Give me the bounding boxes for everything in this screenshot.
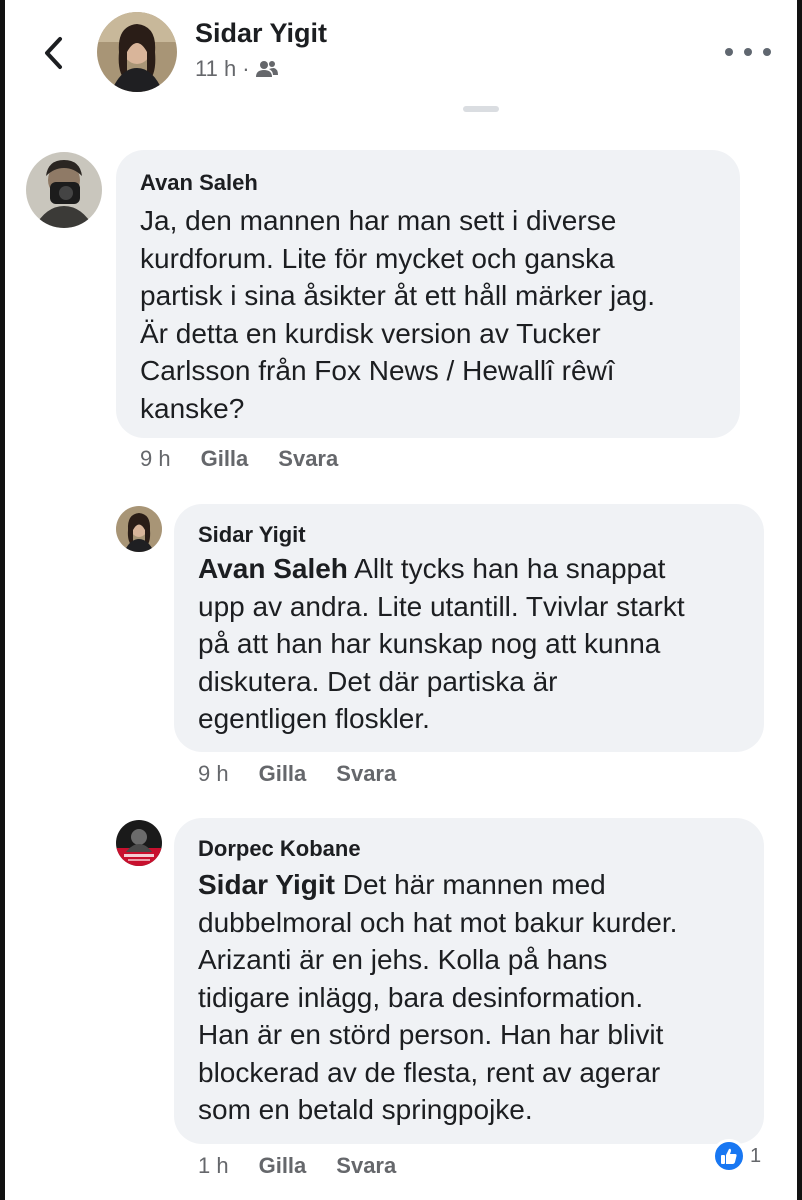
comment-text: Avan Saleh Allt tycks han ha snappat upp… xyxy=(198,550,685,738)
comment-line: partisk i sina åsikter åt ett håll märke… xyxy=(140,280,656,311)
comment-line: Avan Saleh Allt tycks han ha snappat xyxy=(198,550,685,588)
drag-handle xyxy=(463,106,499,112)
comment-text: Sidar Yigit Det här mannen med dubbelmor… xyxy=(198,866,677,1129)
like-icon xyxy=(712,1139,746,1173)
screen-edge-right xyxy=(797,0,802,1200)
avatar[interactable] xyxy=(116,506,162,552)
more-dot xyxy=(763,48,771,56)
like-button[interactable]: Gilla xyxy=(201,446,249,472)
comment-line: Är detta en kurdisk version av Tucker xyxy=(140,317,601,349)
post-author-name[interactable]: Sidar Yigit xyxy=(195,18,327,49)
post-header: Sidar Yigit 11 h · xyxy=(5,0,797,112)
comment-author[interactable]: Dorpec Kobane xyxy=(198,836,361,862)
post-time[interactable]: 11 h xyxy=(195,56,236,82)
comment-line: på att han har kunskap nog att kunna xyxy=(198,628,661,659)
like-button[interactable]: Gilla xyxy=(259,1153,307,1179)
comment-author[interactable]: Sidar Yigit xyxy=(198,522,306,548)
comment-bubble: Avan Saleh Ja, den mannen har man sett i… xyxy=(116,150,740,438)
comment-line: diskutera. Det där partiska är xyxy=(198,665,558,697)
comment-line: tidigare inlägg, bara desinformation. xyxy=(198,981,644,1013)
comment-line: blockerad av de flesta, rent av agerar xyxy=(198,1056,661,1088)
more-dot xyxy=(744,48,752,56)
comment-bubble: Dorpec Kobane Sidar Yigit Det här mannen… xyxy=(174,818,764,1144)
comment-line: upp av andra. Lite utantill. Tvivlar sta… xyxy=(198,590,685,622)
comment-actions: 9 h Gilla Svara xyxy=(140,446,338,472)
comment-line: dubbelmoral och hat mot bakur kurder. xyxy=(198,906,678,938)
reply-button[interactable]: Svara xyxy=(278,446,338,472)
avatar[interactable] xyxy=(26,152,102,228)
comment-actions: 1 h Gilla Svara xyxy=(198,1153,396,1179)
comment-text: Ja, den mannen har man sett i diverse ku… xyxy=(140,202,655,427)
like-button[interactable]: Gilla xyxy=(259,761,307,787)
back-button[interactable] xyxy=(33,30,73,76)
reaction-summary[interactable]: 1 xyxy=(712,1139,761,1173)
comment-time[interactable]: 1 h xyxy=(198,1153,229,1179)
comment-line: Han är en störd person. Han har blivit xyxy=(198,1019,664,1050)
comment-bubble: Sidar Yigit Avan Saleh Allt tycks han ha… xyxy=(174,504,764,752)
comment-line: kanske? xyxy=(140,392,245,424)
mention-link[interactable]: Avan Saleh xyxy=(198,553,348,584)
comment-line-rest: Det här mannen med xyxy=(334,869,606,900)
comment-line: Carlsson från Fox News / Hewallî rêwî xyxy=(140,355,615,386)
post-meta: 11 h · xyxy=(195,56,278,82)
comment-author[interactable]: Avan Saleh xyxy=(140,170,258,196)
mention-link[interactable]: Sidar Yigit xyxy=(198,869,335,900)
comment-line: Arizanti är en jehs. Kolla på hans xyxy=(198,944,608,975)
screen-edge-left xyxy=(0,0,5,1200)
reply-button[interactable]: Svara xyxy=(336,761,396,787)
comment-line-rest: Allt tycks han ha snappat xyxy=(347,553,666,584)
avatar[interactable] xyxy=(116,820,162,866)
separator-dot: · xyxy=(242,56,250,81)
comment-line: som en betald springpojke. xyxy=(198,1094,533,1125)
comment-time[interactable]: 9 h xyxy=(198,761,229,787)
comment-actions: 9 h Gilla Svara xyxy=(198,761,396,787)
comment-line: kurdforum. Lite för mycket och ganska xyxy=(140,242,615,274)
comment-line: egentligen floskler. xyxy=(198,703,430,734)
chevron-left-icon xyxy=(45,37,62,69)
comment-line: Ja, den mannen har man sett i diverse xyxy=(140,205,617,236)
more-horizontal-icon xyxy=(725,48,733,56)
reply-button[interactable]: Svara xyxy=(336,1153,396,1179)
reaction-count: 1 xyxy=(750,1144,762,1167)
comment-time[interactable]: 9 h xyxy=(140,446,171,472)
more-options-button[interactable] xyxy=(725,40,771,64)
comment-line: Sidar Yigit Det här mannen med xyxy=(198,866,677,904)
friends-icon xyxy=(255,61,278,77)
avatar[interactable] xyxy=(97,12,177,92)
